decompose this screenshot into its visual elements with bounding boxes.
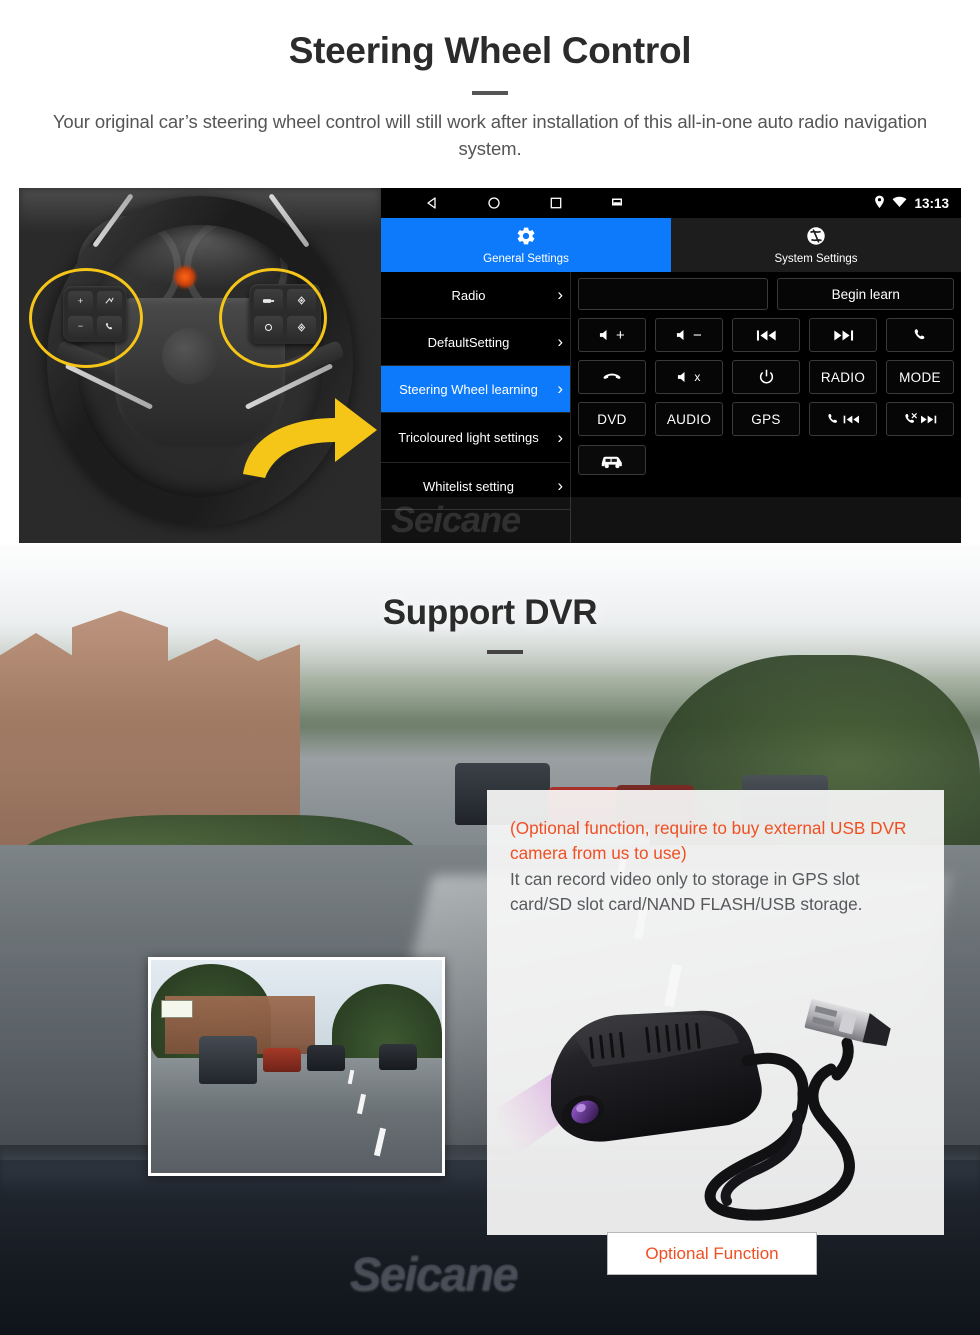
begin-learn-button[interactable]: Begin learn bbox=[777, 278, 954, 310]
btn-callend-next[interactable] bbox=[886, 402, 954, 436]
head-unit-bottom-row bbox=[578, 445, 954, 475]
home-icon[interactable] bbox=[487, 196, 501, 210]
location-pin-icon bbox=[874, 195, 885, 212]
btn-call-answer[interactable] bbox=[886, 318, 954, 352]
menu-item-label: Tricoloured light settings bbox=[398, 430, 539, 445]
android-nav-buttons[interactable] bbox=[425, 196, 623, 210]
optional-function-button[interactable]: Optional Function bbox=[607, 1232, 817, 1275]
section-title-dvr: Support DVR bbox=[382, 593, 598, 632]
power-icon bbox=[759, 369, 773, 383]
highlight-circle-right bbox=[219, 268, 327, 368]
product-feature-page: Steering Wheel Control Your original car… bbox=[0, 0, 980, 1335]
call-reject-icon bbox=[905, 412, 918, 423]
chevron-right-icon: › bbox=[557, 379, 563, 398]
previous-track-icon bbox=[756, 329, 776, 341]
steering-wheel-media-row: + − 13:13 General Settings System Settin… bbox=[19, 188, 961, 543]
page-title: Steering Wheel Control bbox=[288, 30, 692, 71]
btn-power[interactable] bbox=[732, 360, 800, 394]
steering-wheel-photo: + − bbox=[19, 188, 381, 543]
screenshot-icon[interactable] bbox=[611, 196, 623, 210]
screen-reflection-overlay bbox=[381, 497, 961, 543]
dvr-note-highlight: (Optional function, require to buy exter… bbox=[510, 818, 907, 864]
mute-icon bbox=[678, 371, 685, 383]
usb-dvr-camera-image bbox=[487, 975, 937, 1225]
highlight-circle-left bbox=[29, 268, 143, 368]
menu-item-tricoloured-light-settings[interactable]: Tricoloured light settings › bbox=[381, 413, 570, 463]
next-track-icon bbox=[921, 415, 937, 423]
volume-up-icon bbox=[599, 329, 607, 341]
dvr-info-card: (Optional function, require to buy exter… bbox=[487, 790, 944, 1235]
preview-road-sign bbox=[161, 1000, 193, 1018]
gear-icon bbox=[515, 225, 537, 252]
btn-mode[interactable]: MODE bbox=[886, 360, 954, 394]
chevron-right-icon: › bbox=[557, 427, 563, 447]
back-icon[interactable] bbox=[425, 196, 439, 210]
call-answer-icon bbox=[914, 328, 924, 339]
dvr-note-body: It can record video only to storage in G… bbox=[510, 868, 863, 914]
call-answer-icon bbox=[828, 413, 838, 423]
recents-icon[interactable] bbox=[549, 196, 563, 210]
btn-audio[interactable]: AUDIO bbox=[655, 402, 723, 436]
btn-next-track[interactable] bbox=[809, 318, 877, 352]
btn-volume-down[interactable]: − bbox=[655, 318, 723, 352]
preview-vehicle bbox=[379, 1044, 417, 1070]
head-unit-screen: 13:13 General Settings System Settings R… bbox=[381, 188, 961, 543]
swc-function-grid: + − x RADIO MODE DVD AUDIO GPS bbox=[578, 318, 954, 436]
title-divider bbox=[487, 650, 523, 654]
tab-system-settings-label: System Settings bbox=[774, 253, 858, 265]
btn-radio[interactable]: RADIO bbox=[809, 360, 877, 394]
head-unit-tabs: General Settings System Settings bbox=[381, 218, 961, 272]
airbag-center bbox=[162, 328, 218, 384]
btn-call-previous[interactable] bbox=[809, 402, 877, 436]
btn-car-settings[interactable] bbox=[578, 445, 646, 475]
btn-dvd[interactable]: DVD bbox=[578, 402, 646, 436]
chevron-right-icon: › bbox=[557, 332, 563, 351]
preview-vehicle bbox=[263, 1048, 301, 1072]
menu-item-defaultsetting[interactable]: DefaultSetting › bbox=[381, 319, 570, 366]
previous-track-icon bbox=[843, 415, 859, 423]
pointer-arrow-icon bbox=[231, 378, 381, 488]
chevron-right-icon: › bbox=[557, 476, 563, 495]
status-icons: 13:13 bbox=[874, 195, 949, 212]
title-divider bbox=[472, 91, 508, 95]
dvr-note: (Optional function, require to buy exter… bbox=[487, 790, 944, 917]
btn-mute[interactable]: x bbox=[655, 360, 723, 394]
chevron-right-icon: › bbox=[557, 285, 563, 304]
menu-item-label: Radio bbox=[451, 287, 486, 303]
menu-item-steering-wheel-learning[interactable]: Steering Wheel learning › bbox=[381, 366, 570, 413]
menu-item-radio[interactable]: Radio › bbox=[381, 272, 570, 319]
android-status-bar: 13:13 bbox=[381, 188, 961, 218]
tab-system-settings[interactable]: System Settings bbox=[671, 218, 961, 272]
preview-vehicle bbox=[307, 1045, 345, 1071]
wifi-icon bbox=[892, 196, 907, 211]
preview-road bbox=[151, 1058, 442, 1173]
volume-down-icon bbox=[676, 329, 684, 341]
btn-previous-track[interactable] bbox=[732, 318, 800, 352]
next-track-icon bbox=[833, 329, 853, 341]
tab-general-settings-label: General Settings bbox=[483, 253, 569, 265]
btn-volume-up[interactable]: + bbox=[578, 318, 646, 352]
steering-wheel-control-section: Steering Wheel Control Your original car… bbox=[0, 0, 980, 545]
learn-value-field[interactable] bbox=[578, 278, 769, 310]
preview-vehicle bbox=[199, 1036, 257, 1084]
btn-gps[interactable]: GPS bbox=[732, 402, 800, 436]
menu-item-label: DefaultSetting bbox=[427, 334, 510, 350]
status-clock: 13:13 bbox=[914, 195, 949, 211]
menu-item-label: Steering Wheel learning bbox=[399, 381, 538, 397]
tab-general-settings[interactable]: General Settings bbox=[381, 218, 671, 272]
car-icon bbox=[601, 456, 622, 468]
learning-top-row: Begin learn bbox=[578, 278, 954, 310]
dvr-video-preview bbox=[148, 957, 445, 1176]
menu-item-label: Whitelist setting bbox=[422, 478, 515, 494]
section-subtitle: Your original car’s steering wheel contr… bbox=[52, 111, 928, 159]
system-logo-icon bbox=[805, 225, 827, 252]
call-hangup-icon bbox=[603, 373, 621, 379]
btn-call-hangup[interactable] bbox=[578, 360, 646, 394]
